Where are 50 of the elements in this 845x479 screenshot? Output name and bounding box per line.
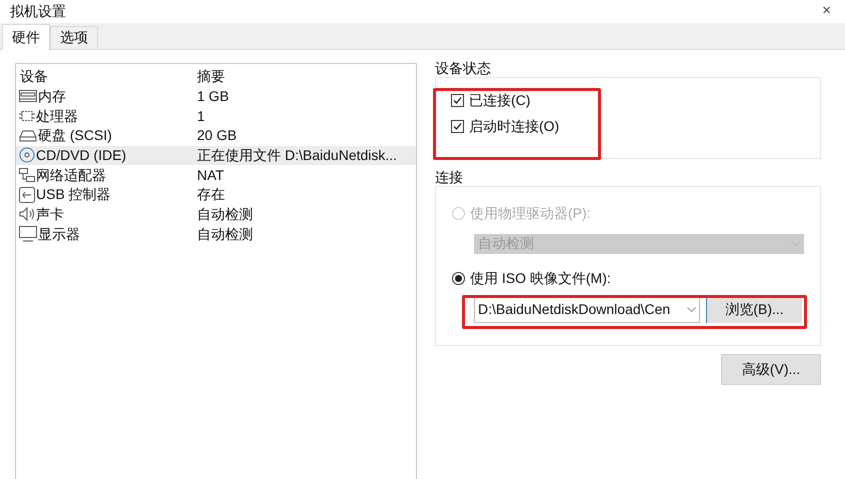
- speaker-icon: [19, 207, 35, 222]
- device-name: 声卡: [36, 204, 64, 224]
- group-title: 设备状态: [435, 58, 492, 76]
- radio-button[interactable]: [452, 272, 465, 285]
- device-summary: 1: [197, 106, 205, 126]
- group-title: 连接: [435, 168, 464, 186]
- close-button[interactable]: ×: [822, 0, 831, 22]
- device-summary: 存在: [197, 185, 225, 204]
- chip-icon: [19, 109, 35, 124]
- window-title: 拟机设置: [10, 2, 66, 21]
- network-icon: [19, 168, 35, 182]
- column-header: 设备: [19, 67, 49, 86]
- device-summary: 自动检测: [197, 204, 253, 224]
- device-name: 处理器: [36, 106, 78, 126]
- chevron-icon: [687, 307, 696, 312]
- device-name: 内存: [38, 86, 66, 106]
- browse-button[interactable]: 浏览(B)...: [706, 296, 802, 322]
- tab[interactable]: 选项: [50, 26, 98, 48]
- device-row[interactable]: 网络适配器 NAT: [16, 165, 416, 185]
- device-name: 网络适配器: [36, 166, 106, 185]
- device-summary: 正在使用文件 D:\BaiduNetdisk...: [197, 146, 397, 165]
- usb-icon: [19, 186, 35, 203]
- device-row[interactable]: CD/DVD (IDE) 正在使用文件 D:\BaiduNetdisk...: [16, 146, 416, 166]
- device-row[interactable]: 硬盘 (SCSI) 20 GB: [16, 126, 416, 146]
- memory-icon: [19, 90, 37, 102]
- device-row[interactable]: 内存 1 GB: [16, 86, 416, 106]
- checkbox[interactable]: [451, 94, 464, 107]
- monitor-icon: [19, 226, 37, 242]
- device-name: CD/DVD (IDE): [36, 146, 126, 165]
- tab[interactable]: 硬件: [2, 24, 50, 50]
- device-name: 硬盘 (SCSI): [38, 126, 112, 146]
- device-row[interactable]: 处理器 1: [16, 106, 416, 126]
- radio-label: 使用 ISO 映像文件(M):: [470, 269, 611, 288]
- cd-icon: [19, 147, 35, 164]
- device-name: USB 控制器: [36, 185, 111, 204]
- checkbox[interactable]: [451, 120, 464, 133]
- checkbox-label: 已连接(C): [469, 91, 530, 110]
- device-summary: 20 GB: [197, 126, 237, 146]
- device-summary: 1 GB: [197, 86, 229, 106]
- device-row[interactable]: 显示器 自动检测: [16, 224, 416, 244]
- column-header: 摘要: [197, 67, 225, 86]
- advanced-button[interactable]: 高级(V)...: [721, 354, 821, 384]
- device-summary: 自动检测: [197, 224, 253, 244]
- device-summary: NAT: [197, 166, 224, 185]
- iso-path-field[interactable]: D:\BaiduNetdiskDownload\Cen: [474, 296, 700, 322]
- radio-label: 使用物理驱动器(P):: [470, 204, 591, 223]
- device-name: 显示器: [38, 224, 80, 244]
- checkbox-label: 启动时连接(O): [469, 117, 560, 136]
- device-row[interactable]: USB 控制器 存在: [16, 184, 416, 205]
- device-row[interactable]: 声卡 自动检测: [16, 204, 416, 224]
